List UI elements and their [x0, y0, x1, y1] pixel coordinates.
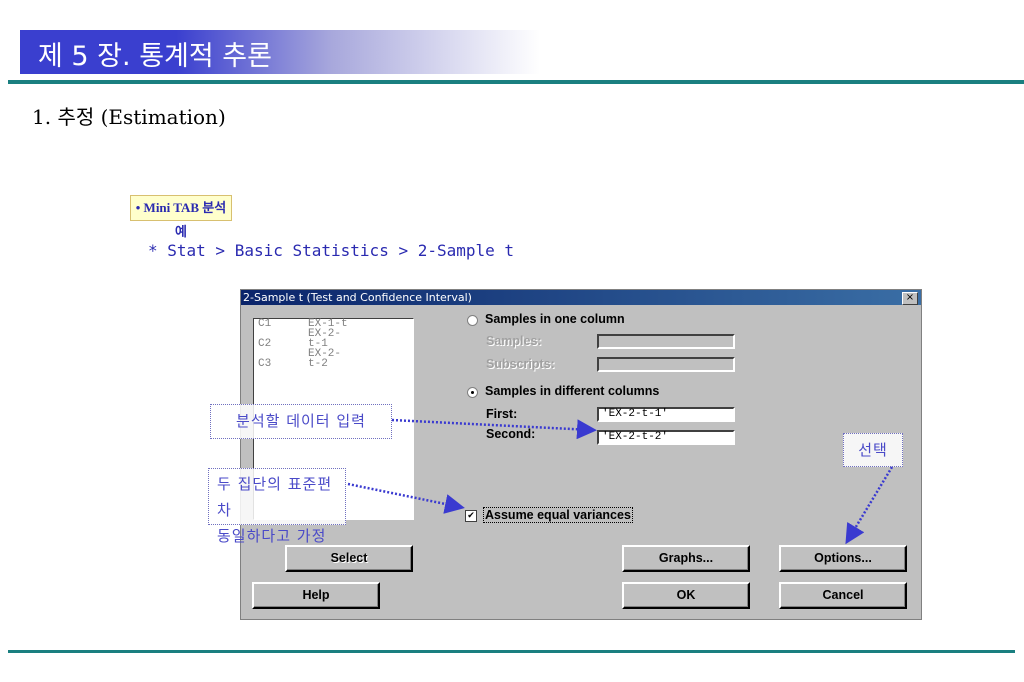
- annotation-arrows: [347, 418, 894, 545]
- arrow-select: [845, 466, 894, 545]
- arrow-equal-sd: [347, 482, 465, 514]
- arrow-input-data: [391, 418, 597, 440]
- divider-bottom: [8, 650, 1015, 653]
